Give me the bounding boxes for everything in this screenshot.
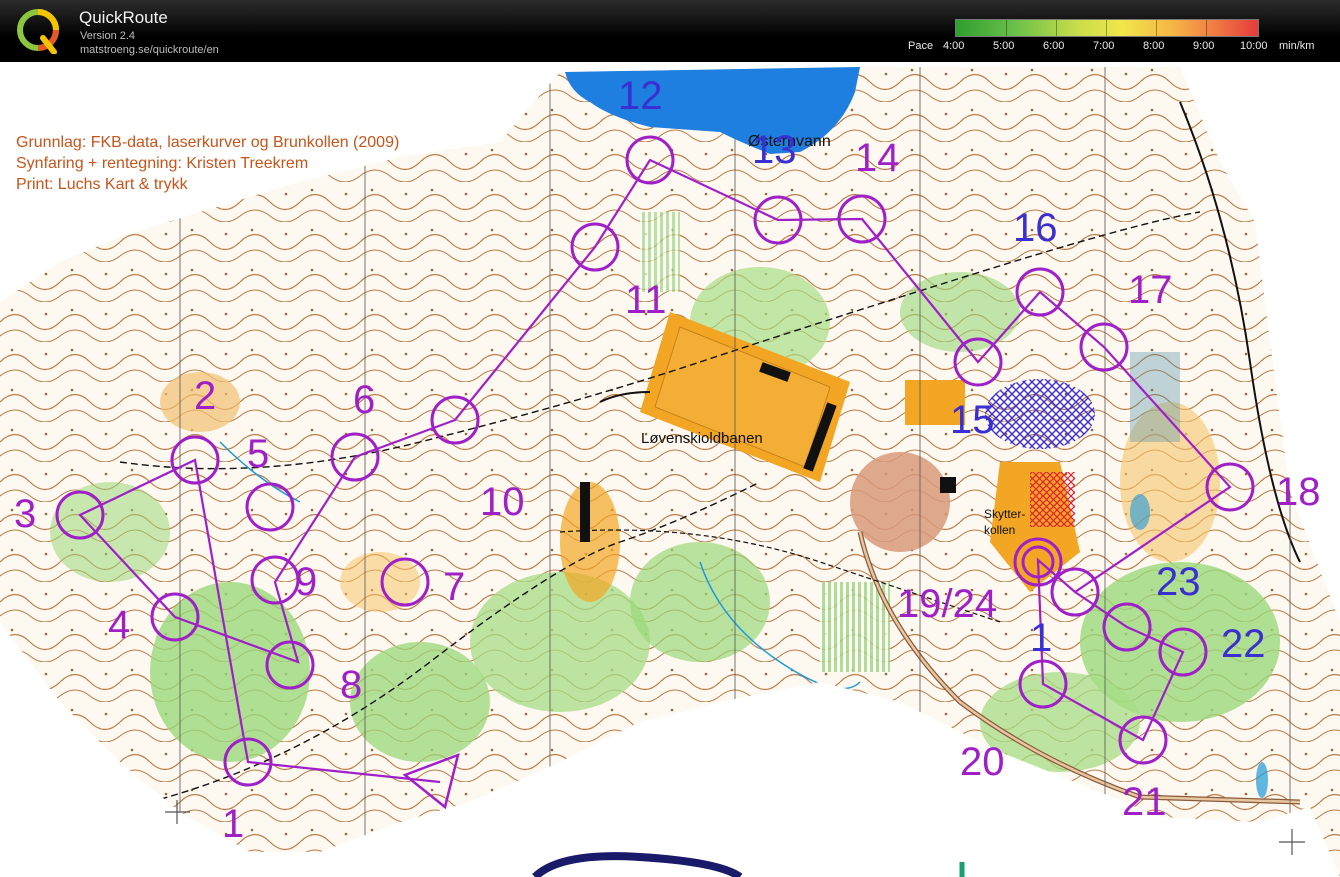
control-number: 9 bbox=[295, 560, 318, 604]
control-number: 1 bbox=[1030, 616, 1053, 660]
credit-line: Synfaring + rentegning: Kristen Treekrem bbox=[16, 155, 309, 172]
control-number: 14 bbox=[855, 136, 900, 180]
map-credits: Grunnlag: FKB-data, laserkurver og Brunk… bbox=[16, 132, 399, 195]
control-number: 1 bbox=[222, 802, 245, 846]
control-number: 5 bbox=[247, 432, 270, 476]
control-number: 21 bbox=[1122, 780, 1167, 824]
pace-label: Pace bbox=[908, 40, 934, 52]
control-number: 7 bbox=[443, 565, 466, 609]
control-number: 18 bbox=[1276, 470, 1321, 514]
orienteering-map[interactable]: Grunnlag: FKB-data, laserkurver og Brunk… bbox=[0, 62, 1340, 877]
control-number: 10 bbox=[480, 480, 525, 524]
app-title: QuickRoute bbox=[79, 8, 168, 27]
control-number: 8 bbox=[340, 663, 363, 707]
pace-tick-label: 6:00 bbox=[1043, 40, 1065, 52]
hill-label: Skytter- kollen bbox=[984, 507, 1026, 537]
control-number: 11 bbox=[625, 278, 667, 322]
control-number: 3 bbox=[14, 492, 37, 536]
pace-tick-label: 8:00 bbox=[1143, 40, 1165, 52]
quickroute-logo-icon bbox=[16, 8, 60, 55]
credit-line: Grunnlag: FKB-data, laserkurver og Brunk… bbox=[16, 134, 400, 151]
pace-tick-label: 10:00 bbox=[1240, 40, 1268, 52]
control-number: 4 bbox=[108, 603, 131, 647]
control-number: 6 bbox=[353, 378, 376, 422]
control-number: 15 bbox=[950, 398, 995, 442]
pace-tick-label: 4:00 bbox=[943, 40, 965, 52]
control-number: 23 bbox=[1156, 560, 1201, 604]
control-number: 16 bbox=[1013, 206, 1058, 250]
control-number: 2 bbox=[194, 374, 217, 418]
control-number: 19/24 bbox=[897, 582, 998, 626]
pace-color-scale bbox=[955, 19, 1259, 37]
app-url[interactable]: matstroeng.se/quickroute/en bbox=[80, 44, 219, 56]
app-version: Version 2.4 bbox=[80, 30, 136, 42]
control-number: 22 bbox=[1221, 622, 1266, 666]
control-number: 13 bbox=[752, 128, 797, 172]
control-number: 12 bbox=[618, 74, 663, 118]
pace-unit: min/km bbox=[1279, 40, 1315, 52]
pace-tick-label: 7:00 bbox=[1093, 40, 1115, 52]
app-header: QuickRoute Version 2.4 matstroeng.se/qui… bbox=[0, 0, 1340, 62]
pace-tick-label: 5:00 bbox=[993, 40, 1015, 52]
field-label: Løvenskioldbanen bbox=[641, 430, 763, 447]
control-number: 20 bbox=[960, 740, 1005, 784]
credit-line: Print: Luchs Kart & trykk bbox=[16, 176, 188, 193]
control-number: 17 bbox=[1128, 268, 1173, 312]
pace-tick-label: 9:00 bbox=[1193, 40, 1215, 52]
